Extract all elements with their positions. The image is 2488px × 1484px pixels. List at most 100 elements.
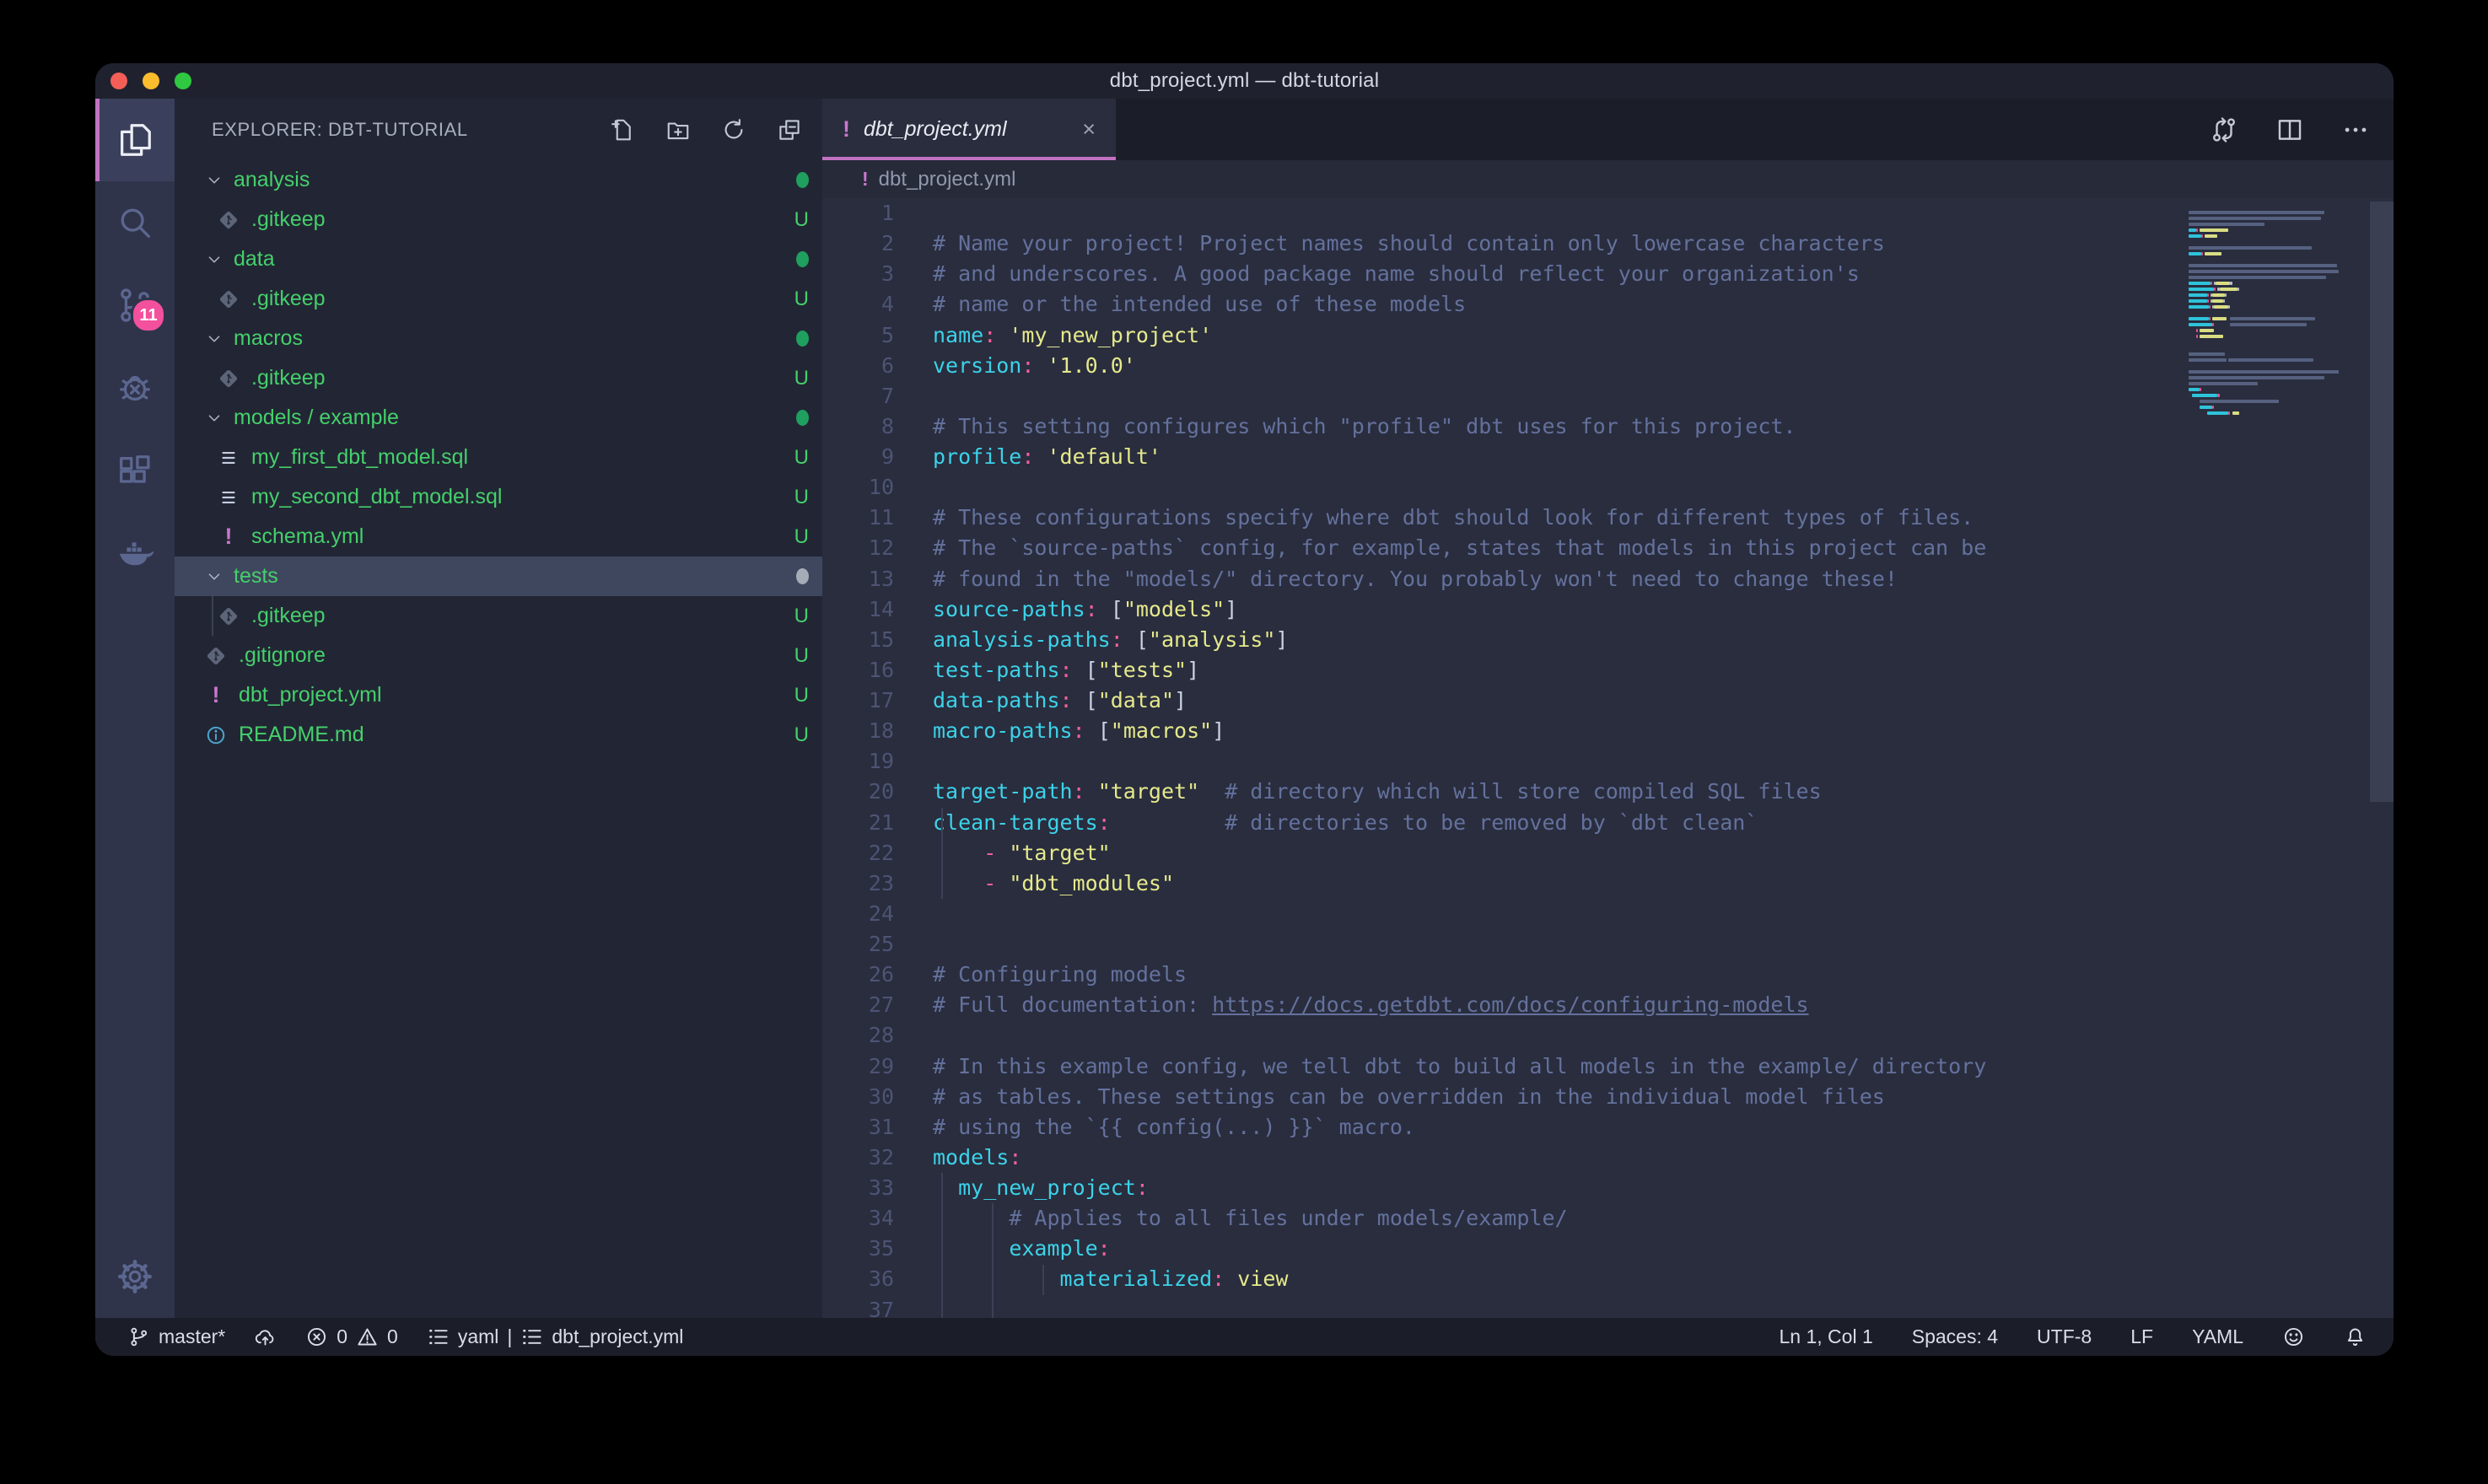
problems-item[interactable]: 0 0 xyxy=(305,1325,398,1348)
git-branch-item[interactable]: master* xyxy=(127,1325,225,1348)
tree-file-schema-yml[interactable]: !schema.ymlU xyxy=(175,517,822,556)
tree-folder-macros[interactable]: macros xyxy=(175,319,822,358)
eol-indicator[interactable]: LF xyxy=(2130,1325,2153,1348)
close-window-button[interactable] xyxy=(110,73,127,89)
files-icon xyxy=(116,121,154,159)
new-file-icon[interactable] xyxy=(610,117,635,142)
minimap[interactable] xyxy=(2189,205,2370,1318)
collapse-all-icon[interactable] xyxy=(777,117,802,142)
code-line-29: 29# In this example config, we tell dbt … xyxy=(822,1051,2394,1082)
minimap-line xyxy=(2189,370,2339,374)
tree-file--gitignore[interactable]: .gitignoreU xyxy=(175,636,822,675)
line-number: 35 xyxy=(822,1234,933,1264)
encoding-indicator[interactable]: UTF-8 xyxy=(2037,1325,2092,1348)
minimap-line xyxy=(2225,293,2227,297)
minimap-line xyxy=(2189,270,2339,273)
language-indicator[interactable]: YAML xyxy=(2192,1325,2243,1348)
split-editor-icon[interactable] xyxy=(2275,116,2304,144)
code-line-11: 11# These configurations specify where d… xyxy=(822,503,2394,533)
feedback-smiley-icon[interactable] xyxy=(2282,1325,2305,1348)
tab-dbt-project-yml[interactable]: ! dbt_project.yml × xyxy=(822,99,1116,160)
code-line-17: 17data-paths: ["data"] xyxy=(822,686,2394,716)
tree-file--gitkeep[interactable]: .gitkeepU xyxy=(175,358,822,398)
tree-file--gitkeep[interactable]: .gitkeepU xyxy=(175,596,822,636)
search-icon xyxy=(116,203,154,242)
minimap-line xyxy=(2216,282,2230,285)
code-line-content: models: xyxy=(933,1143,1021,1173)
code-editor[interactable]: 12# Name your project! Project names sho… xyxy=(822,198,2394,1318)
activity-docker[interactable] xyxy=(95,512,175,594)
minimap-line xyxy=(2201,234,2203,238)
breadcrumb[interactable]: ! dbt_project.yml xyxy=(822,160,2394,198)
code-line-content: # This setting configures which "profile… xyxy=(933,411,1796,442)
code-line-content: # In this example config, we tell dbt to… xyxy=(933,1051,1986,1082)
activity-extensions[interactable] xyxy=(95,429,175,512)
minimap-line xyxy=(2189,276,2326,279)
code-line-23: 23 - "dbt_modules" xyxy=(822,868,2394,899)
tree-file-readme-md[interactable]: README.mdU xyxy=(175,715,822,755)
minimap-line xyxy=(2192,394,2217,397)
chevron-down-icon xyxy=(205,171,223,190)
minimap-line xyxy=(2189,323,2212,326)
selection-lang: yaml xyxy=(458,1325,499,1348)
line-number: 30 xyxy=(822,1082,933,1112)
line-number: 15 xyxy=(822,625,933,655)
file-tree: analysis.gitkeepUdata.gitkeepUmacros.git… xyxy=(175,160,822,755)
refresh-icon[interactable] xyxy=(721,117,746,142)
minimap-line xyxy=(2230,282,2232,285)
minimap-line xyxy=(2228,358,2313,362)
line-number: 22 xyxy=(822,838,933,868)
status-bar: master* 0 0 yaml | dbt_project.yml xyxy=(95,1318,2394,1356)
line-number: 24 xyxy=(822,899,933,929)
tab-close-icon[interactable]: × xyxy=(1065,116,1096,142)
zoom-window-button[interactable] xyxy=(175,73,191,89)
tree-folder-models-example[interactable]: models / example xyxy=(175,398,822,438)
minimap-line xyxy=(2200,406,2212,409)
indentation-indicator[interactable]: Spaces: 4 xyxy=(1912,1325,1998,1348)
line-number: 6 xyxy=(822,351,933,381)
tree-file-my-second-dbt-model-sql[interactable]: my_second_dbt_model.sqlU xyxy=(175,477,822,517)
code-line-22: 22 - "target" xyxy=(822,838,2394,868)
vscode-window: dbt_project.yml — dbt-tutorial 11 EXPLOR xyxy=(95,63,2394,1356)
minimap-line xyxy=(2232,411,2240,415)
activity-search[interactable] xyxy=(95,181,175,264)
activity-explorer[interactable] xyxy=(95,99,175,181)
code-line-content: - "target" xyxy=(933,838,1111,868)
minimap-line xyxy=(2200,400,2280,403)
tree-file-my-first-dbt-model-sql[interactable]: my_first_dbt_model.sqlU xyxy=(175,438,822,477)
breadcrumb-filename[interactable]: dbt_project.yml xyxy=(879,168,1016,191)
branch-name: master* xyxy=(159,1325,225,1348)
explorer-title: EXPLORER: DBT-TUTORIAL xyxy=(212,119,468,141)
tree-folder-tests[interactable]: tests xyxy=(175,556,822,596)
notifications-bell-icon[interactable] xyxy=(2344,1325,2367,1348)
more-actions-icon[interactable] xyxy=(2341,116,2370,144)
minimap-line xyxy=(2196,335,2198,338)
code-line-8: 8# This setting configures which "profil… xyxy=(822,411,2394,442)
line-number: 1 xyxy=(822,198,933,229)
tree-file--gitkeep[interactable]: .gitkeepU xyxy=(175,279,822,319)
minimize-window-button[interactable] xyxy=(143,73,159,89)
activity-source-control[interactable]: 11 xyxy=(95,264,175,347)
title-bar[interactable]: dbt_project.yml — dbt-tutorial xyxy=(95,63,2394,99)
indent-guide xyxy=(941,1234,943,1264)
selection-lang-item[interactable]: yaml | dbt_project.yml xyxy=(427,1325,684,1348)
tree-file--gitkeep[interactable]: .gitkeepU xyxy=(175,200,822,239)
editor-scrollbar[interactable] xyxy=(2370,202,2394,802)
sync-item[interactable] xyxy=(254,1325,277,1348)
code-line-7: 7 xyxy=(822,381,2394,411)
cursor-position[interactable]: Ln 1, Col 1 xyxy=(1780,1325,1873,1348)
tree-folder-analysis[interactable]: analysis xyxy=(175,160,822,200)
new-folder-icon[interactable] xyxy=(665,117,691,142)
code-line-content: # Configuring models xyxy=(933,960,1187,990)
minimap-line xyxy=(2196,329,2198,332)
tree-file-dbt-project-yml[interactable]: !dbt_project.ymlU xyxy=(175,675,822,715)
line-number: 20 xyxy=(822,777,933,807)
tree-folder-data[interactable]: data xyxy=(175,239,822,279)
minimap-line xyxy=(2207,293,2209,297)
code-line-32: 32models: xyxy=(822,1143,2394,1173)
code-line-9: 9profile: 'default' xyxy=(822,442,2394,472)
line-number: 13 xyxy=(822,564,933,594)
activity-debug[interactable] xyxy=(95,347,175,429)
settings-button[interactable] xyxy=(95,1235,175,1318)
open-changes-icon[interactable] xyxy=(2210,116,2238,144)
